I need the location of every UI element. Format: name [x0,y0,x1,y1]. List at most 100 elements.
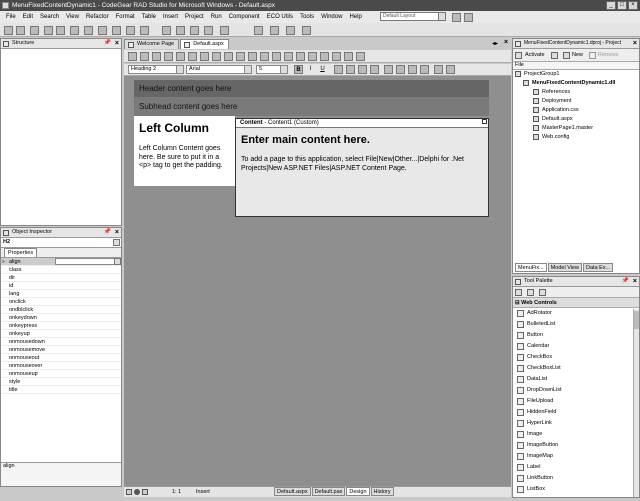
chevron-down-icon[interactable] [176,66,183,73]
align-center-icon[interactable] [346,65,355,74]
close-icon[interactable]: × [115,39,119,48]
tree-node-project-group[interactable]: ProjectGroup1 [515,70,639,79]
font-size-select[interactable]: 5 [256,65,288,74]
menu-insert[interactable]: Insert [163,14,178,20]
undo-icon[interactable] [164,52,173,61]
remove-icon[interactable] [589,52,596,59]
menu-project[interactable]: Project [185,14,204,20]
back-icon[interactable] [254,26,263,35]
chevron-down-icon[interactable] [438,13,445,20]
minimize-button[interactable]: _ [606,1,616,10]
activate-icon[interactable] [515,52,522,59]
palette-item-hiddenfield[interactable]: HiddenField [513,407,639,418]
outdent-icon[interactable] [408,65,417,74]
image-icon[interactable] [200,52,209,61]
run-icon[interactable] [162,26,171,35]
remove-button[interactable]: Remove [598,52,618,58]
play-icon[interactable] [142,489,148,495]
close-icon[interactable]: × [504,39,508,46]
categories-icon[interactable] [515,289,522,296]
set-layout-icon[interactable] [464,13,473,22]
palette-item-listbox[interactable]: ListBox [513,484,639,495]
menu-tools[interactable]: Tools [300,14,314,20]
new-button[interactable]: New [572,52,583,58]
left-column[interactable]: Left Column Left Column Content goes her… [134,116,235,186]
menu-window[interactable]: Window [321,14,342,20]
pin-icon[interactable]: 📌 [104,39,111,48]
pause-icon[interactable] [176,26,185,35]
tab-project-manager[interactable]: MenuFix... [515,263,547,272]
step-over-icon[interactable] [204,26,213,35]
tree-node-masterpage[interactable]: MasterPage1.master [515,124,639,133]
content-placeholder[interactable]: Content - Content1 (Custom) Enter main c… [235,118,489,217]
palette-item-datalist[interactable]: DataList [513,374,639,385]
property-row[interactable]: class [1,266,121,274]
palette-item-linkbutton[interactable]: LinkButton [513,473,639,484]
bring-front-icon[interactable] [344,52,353,61]
tab-default-aspx[interactable]: Default.aspx [180,39,229,49]
italic-button[interactable]: I [306,65,315,74]
send-back-icon[interactable] [356,52,365,61]
bulleted-list-icon[interactable] [396,65,405,74]
close-file-icon[interactable] [70,26,79,35]
tab-default-pas[interactable]: Default.pas [311,487,346,496]
cut-icon[interactable] [128,52,137,61]
palette-item-imagebutton[interactable]: ImageButton [513,440,639,451]
property-row[interactable]: onclick [1,298,121,306]
menu-file[interactable]: File [6,14,16,20]
property-row[interactable]: onmousemove [1,346,121,354]
close-icon[interactable]: × [633,39,637,48]
delete-column-icon[interactable] [284,52,293,61]
property-row[interactable]: onkeypress [1,322,121,330]
property-row[interactable]: onmouseover [1,362,121,370]
merge-cells-icon[interactable] [248,52,257,61]
tree-node-deployment[interactable]: Deployment [515,97,639,106]
menu-component[interactable]: Component [229,14,260,20]
menu-refactor[interactable]: Refactor [86,14,109,20]
close-icon[interactable]: × [115,228,119,237]
palette-scrollbar[interactable] [633,309,639,497]
property-row[interactable]: title [1,386,121,394]
view-unit-icon[interactable] [112,26,121,35]
tab-welcome-page[interactable]: Welcome Page [124,39,180,49]
form-edit-icon[interactable] [220,26,229,35]
font-color-icon[interactable] [434,65,443,74]
save-icon[interactable] [44,26,53,35]
underline-button[interactable]: U [318,65,327,74]
menu-run[interactable]: Run [211,14,222,20]
paste-icon[interactable] [152,52,161,61]
filter-icon[interactable] [539,289,546,296]
palette-item-dropdownlist[interactable]: DropDownList [513,385,639,396]
object-selector[interactable]: H2 [1,238,121,248]
new-icon[interactable] [563,52,570,59]
copy-icon[interactable] [140,52,149,61]
palette-item-hyperlink[interactable]: HyperLink [513,418,639,429]
tree-node-default-aspx[interactable]: Default.aspx [515,115,639,124]
trace-into-icon[interactable] [190,26,199,35]
menu-search[interactable]: Search [40,14,59,20]
layout-select[interactable]: Default Layout [380,12,446,21]
menu-table[interactable]: Table [142,14,156,20]
stop-icon[interactable] [134,489,140,495]
numbered-list-icon[interactable] [384,65,393,74]
delete-row-icon[interactable] [272,52,281,61]
palette-item-adrotator[interactable]: AdRotator [513,308,639,319]
property-value-select[interactable] [55,258,121,265]
align-left-icon[interactable] [334,65,343,74]
palette-item-fileupload[interactable]: FileUpload [513,396,639,407]
property-row[interactable]: ondblclick [1,306,121,314]
property-row[interactable]: dir [1,274,121,282]
pin-icon[interactable]: 📌 [622,277,629,286]
design-surface[interactable]: Header content goes here Subhead content… [124,76,511,486]
palette-item-image[interactable]: Image [513,429,639,440]
tab-design[interactable]: Design [346,487,370,496]
palette-item-label[interactable]: Label [513,462,639,473]
align-right-icon[interactable] [358,65,367,74]
bold-button[interactable]: B [294,65,303,74]
remove-file-icon[interactable] [98,26,107,35]
grid-icon[interactable] [296,52,305,61]
palette-item-button[interactable]: Button [513,330,639,341]
menu-edit[interactable]: Edit [23,14,33,20]
smart-tag-icon[interactable] [482,119,487,124]
indent-icon[interactable] [420,65,429,74]
